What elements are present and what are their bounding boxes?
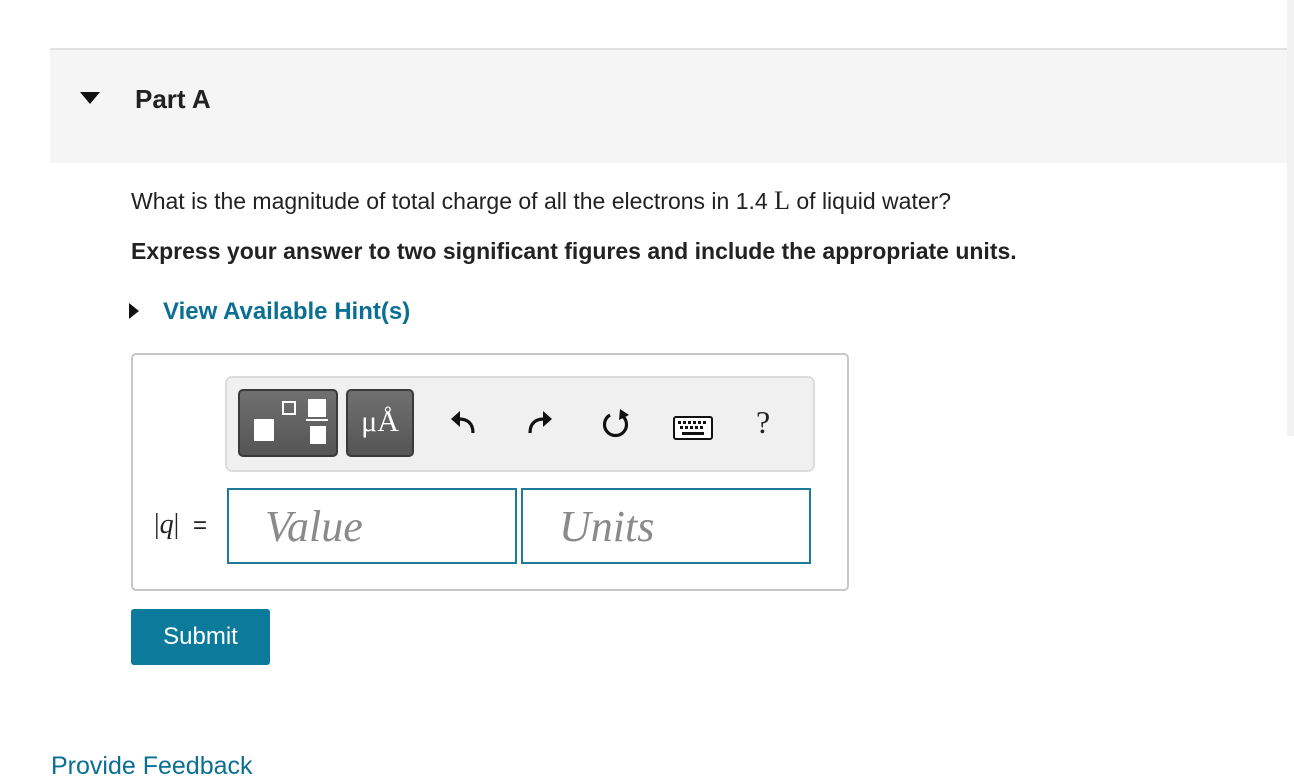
reset-icon[interactable] — [599, 407, 633, 441]
equals-sign: = — [193, 512, 208, 539]
question-text-before: What is the magnitude of total charge of… — [131, 188, 775, 214]
templates-icon-block — [310, 426, 326, 444]
variable-symbol: q — [159, 509, 174, 540]
question-unit-symbol: L — [774, 186, 790, 215]
templates-icon-block — [254, 419, 274, 441]
view-hints-label: View Available Hint(s) — [163, 298, 411, 325]
redo-icon[interactable] — [524, 408, 554, 438]
templates-icon-bar — [306, 419, 328, 421]
units-icon: μÅ — [361, 405, 399, 438]
keyboard-icon[interactable] — [673, 416, 713, 440]
help-icon[interactable]: ? — [756, 404, 770, 441]
submit-button[interactable]: Submit — [131, 609, 270, 665]
part-title: Part A — [135, 84, 211, 114]
variable-label: |q| — [154, 509, 180, 540]
templates-button[interactable] — [238, 389, 338, 457]
collapse-caret-icon[interactable] — [80, 92, 100, 104]
part-header[interactable] — [50, 50, 1294, 163]
answer-instruction: Express your answer to two significant f… — [131, 238, 1017, 264]
undo-icon[interactable] — [449, 408, 479, 438]
templates-icon-block — [308, 399, 326, 417]
question-text: What is the magnitude of total charge of… — [131, 186, 951, 216]
page-edge-panel — [1287, 0, 1294, 436]
units-input[interactable] — [521, 488, 811, 564]
question-text-after: of liquid water? — [789, 188, 952, 214]
value-input[interactable] — [227, 488, 517, 564]
templates-icon — [282, 401, 296, 415]
units-button[interactable]: μÅ — [346, 389, 414, 457]
expand-caret-icon — [129, 303, 139, 319]
provide-feedback-link[interactable]: Provide Feedback — [51, 752, 253, 781]
